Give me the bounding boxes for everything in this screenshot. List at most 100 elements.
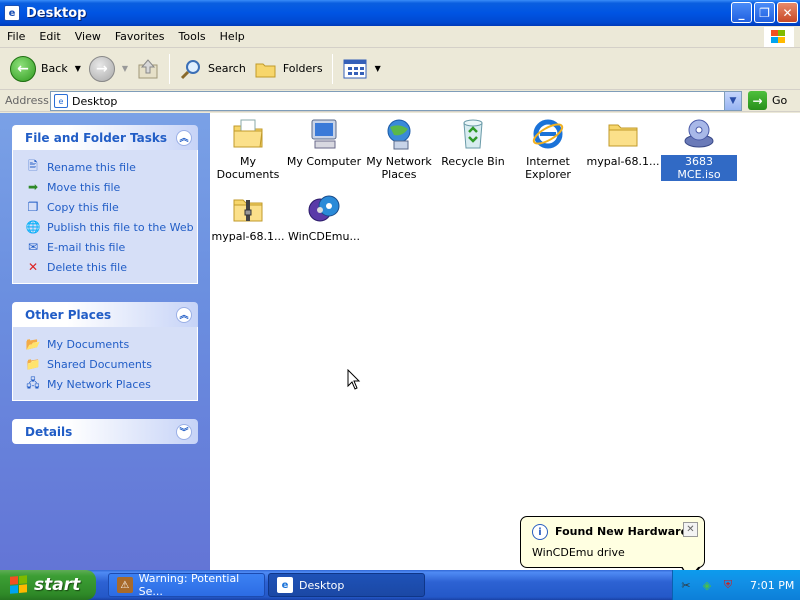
taskbar-button-desktop[interactable]: e Desktop [268, 573, 425, 597]
network-tray-icon[interactable]: ◈ [699, 577, 715, 593]
network-places-icon [382, 117, 416, 151]
task-label: Move this file [47, 180, 121, 194]
other-places-panel: Other Places ︽ 📂 My Documents 📁 Shared D… [12, 302, 198, 401]
task-label: E-mail this file [47, 240, 126, 254]
file-folder-tasks-header[interactable]: File and Folder Tasks ︽ [12, 125, 198, 150]
expand-chevron-icon[interactable]: ︾ [176, 423, 192, 440]
disc-image-icon [682, 117, 716, 151]
go-button[interactable]: → Go [748, 91, 787, 110]
up-folder-button[interactable] [132, 52, 164, 86]
back-button[interactable]: ← Back ▼ [6, 52, 85, 86]
collapse-chevron-icon[interactable]: ︽ [176, 129, 192, 146]
notification-balloon[interactable]: i Found New Hardware ✕ WinCDEmu drive [520, 516, 705, 581]
info-icon: i [532, 524, 548, 540]
other-places-header[interactable]: Other Places ︽ [12, 302, 198, 327]
desktop-item-mypal-folder[interactable]: mypal-68.1... [585, 117, 661, 168]
close-button[interactable]: ✕ [777, 2, 798, 23]
taskbar: start ⚠ Warning: Potential Se... e Deskt… [0, 570, 800, 600]
desktop-item-internet-explorer[interactable]: Internet Explorer [510, 117, 586, 181]
security-shield-icon[interactable]: ⛨ [720, 577, 736, 593]
minimize-button[interactable]: _ [731, 2, 752, 23]
forward-arrow-icon: → [88, 55, 115, 82]
windows-logo-icon [764, 27, 794, 47]
collapse-chevron-icon[interactable]: ︽ [176, 306, 192, 323]
balloon-close-button[interactable]: ✕ [683, 522, 698, 537]
menu-file[interactable]: File [0, 30, 32, 43]
mouse-cursor-icon [347, 369, 361, 390]
folder-icon [606, 117, 640, 151]
internet-explorer-icon [531, 117, 565, 151]
task-email[interactable]: ✉ E-mail this file [25, 237, 197, 257]
task-label: Delete this file [47, 260, 127, 274]
maximize-button[interactable]: ❐ [754, 2, 775, 23]
explorer-window-icon: e [4, 5, 20, 21]
title-bar[interactable]: e Desktop _ ❐ ✕ [0, 0, 800, 26]
task-delete[interactable]: ✕ Delete this file [25, 257, 197, 277]
place-label: Shared Documents [47, 357, 152, 371]
details-header[interactable]: Details ︾ [12, 419, 198, 444]
start-button[interactable]: start [0, 570, 96, 600]
start-label: start [34, 575, 81, 595]
file-folder-tasks-list: 🖹 Rename this file ➡ Move this file ❐ Co… [12, 150, 198, 284]
place-network-places[interactable]: 🖧 My Network Places [25, 374, 197, 394]
task-rename[interactable]: 🖹 Rename this file [25, 157, 197, 177]
file-folder-tasks-panel: File and Folder Tasks ︽ 🖹 Rename this fi… [12, 125, 198, 284]
go-label: Go [772, 94, 788, 107]
forward-button[interactable]: → ▼ [85, 52, 132, 86]
menu-help[interactable]: Help [213, 30, 252, 43]
recycle-bin-icon [456, 117, 490, 151]
back-dropdown-icon[interactable]: ▼ [75, 64, 81, 73]
toolbar-separator [331, 53, 333, 84]
taskbar-button-warning[interactable]: ⚠ Warning: Potential Se... [108, 572, 265, 598]
desktop-item-my-computer[interactable]: My Computer [286, 117, 362, 168]
views-icon [343, 59, 367, 78]
views-button[interactable]: ▼ [338, 52, 385, 86]
menu-favorites[interactable]: Favorites [108, 30, 172, 43]
place-my-documents[interactable]: 📂 My Documents [25, 334, 197, 354]
item-label: mypal-68.1... [586, 155, 660, 168]
balloon-title: Found New Hardware [555, 525, 689, 538]
warning-icon: ⚠ [117, 577, 133, 593]
item-label: Recycle Bin [441, 155, 505, 168]
item-label: 3683 MCE.iso [661, 155, 737, 181]
window-title: Desktop [26, 5, 87, 21]
clock[interactable]: 7:01 PM [750, 579, 794, 592]
desktop-item-recycle-bin[interactable]: Recycle Bin [435, 117, 511, 168]
address-dropdown-icon[interactable]: ▼ [724, 92, 741, 110]
desktop-item-iso-file[interactable]: 3683 MCE.iso [661, 117, 737, 181]
search-label: Search [208, 62, 246, 75]
menu-view[interactable]: View [68, 30, 108, 43]
forward-dropdown-icon[interactable]: ▼ [122, 64, 128, 73]
balloon-text: WinCDEmu drive [532, 546, 625, 559]
system-tray: ✂ ◈ ⛨ 7:01 PM [672, 570, 800, 600]
task-copy[interactable]: ❐ Copy this file [25, 197, 197, 217]
menu-tools[interactable]: Tools [172, 30, 213, 43]
folders-button[interactable]: Folders [250, 52, 327, 86]
details-title: Details [25, 424, 73, 439]
address-bar: Address e Desktop ▼ → Go [0, 90, 800, 112]
desktop-location-icon: e [54, 94, 68, 108]
publish-web-icon: 🌐 [25, 220, 41, 234]
safely-remove-hardware-icon[interactable]: ✂ [678, 577, 694, 593]
address-field[interactable]: e Desktop ▼ [50, 91, 742, 111]
address-value: Desktop [72, 94, 118, 108]
menu-edit[interactable]: Edit [32, 30, 67, 43]
item-label: Internet Explorer [525, 155, 571, 181]
my-documents-icon [231, 117, 265, 151]
desktop-item-wincdemu[interactable]: WinCDEmu... [286, 192, 362, 243]
windows-flag-icon [10, 575, 28, 595]
file-view[interactable]: My Documents My Computer My Network Plac… [210, 113, 800, 570]
search-button[interactable]: Search [175, 52, 250, 86]
desktop-item-network-places[interactable]: My Network Places [361, 117, 437, 181]
desktop-item-my-documents[interactable]: My Documents [210, 117, 286, 181]
place-shared-documents[interactable]: 📁 Shared Documents [25, 354, 197, 374]
desktop-item-mypal-zip[interactable]: mypal-68.1... [210, 192, 286, 243]
move-icon: ➡ [27, 180, 39, 194]
taskbar-button-label: Warning: Potential Se... [138, 572, 240, 598]
item-label: mypal-68.1... [211, 230, 285, 243]
task-publish[interactable]: 🌐 Publish this file to the Web [25, 217, 197, 237]
network-places-icon: 🖧 [26, 375, 40, 390]
menu-bar: File Edit View Favorites Tools Help [0, 26, 800, 48]
task-move[interactable]: ➡ Move this file [25, 177, 197, 197]
folders-label: Folders [282, 62, 323, 75]
